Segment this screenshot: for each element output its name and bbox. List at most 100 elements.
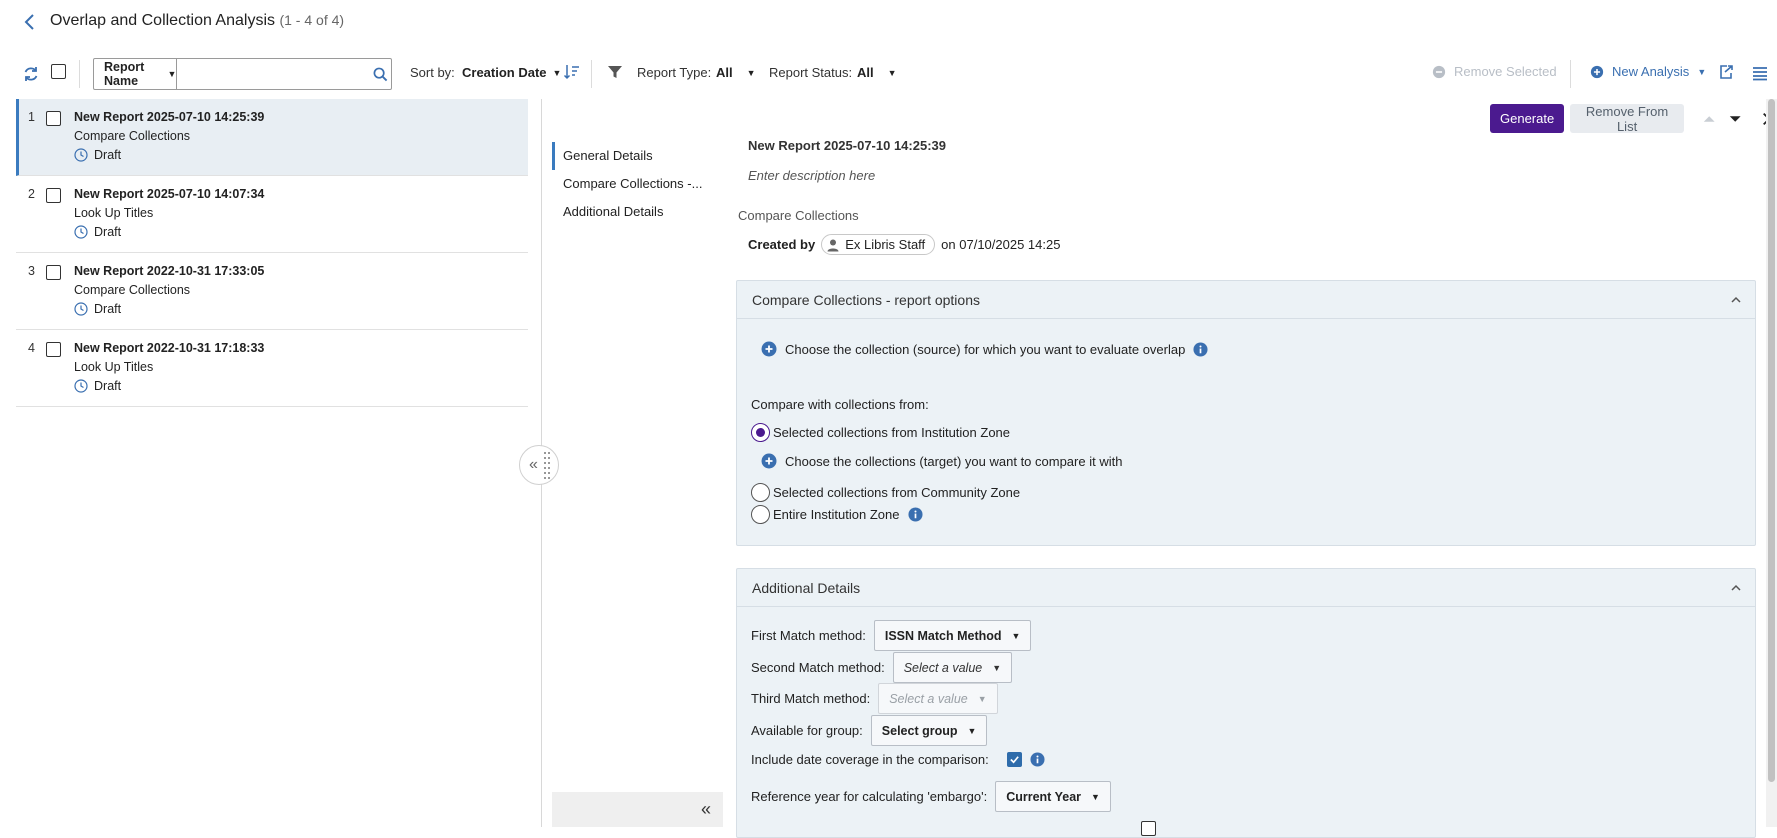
report-type: Look Up Titles xyxy=(74,206,154,220)
third-match-row: Third Match method: Select a value ▼ xyxy=(751,683,998,714)
row-checkbox[interactable] xyxy=(46,188,61,203)
scrollbar-thumb[interactable] xyxy=(1768,99,1775,782)
radio-institution-zone[interactable]: Selected collections from Institution Zo… xyxy=(751,423,1010,442)
report-type-label: Report Type: xyxy=(637,65,712,80)
caret-down-icon: ▼ xyxy=(967,725,977,736)
detail-section-nav: General Details Compare Collections -...… xyxy=(552,142,712,226)
embargo-select[interactable]: Current Year ▼ xyxy=(995,781,1111,812)
user-chip[interactable]: Ex Libris Staff xyxy=(821,234,936,255)
report-status-select[interactable]: All ▼ xyxy=(857,65,897,80)
remove-from-list-button[interactable]: Remove From List xyxy=(1570,104,1684,134)
select-all-checkbox[interactable] xyxy=(51,64,66,79)
panel-title: Additional Details xyxy=(752,580,861,596)
second-match-select[interactable]: Select a value ▼ xyxy=(892,652,1013,683)
third-match-value: Select a value xyxy=(889,691,968,706)
minus-circle-icon xyxy=(1432,65,1446,78)
double-chevron-left-icon: « xyxy=(700,799,711,819)
search-field-select[interactable]: Report Name ▼ xyxy=(94,59,178,89)
panel-title: Compare Collections - report options xyxy=(752,292,980,308)
collapse-nav-button[interactable]: « xyxy=(552,792,723,827)
sort-direction-icon[interactable] xyxy=(563,63,581,81)
created-by-row: Created by Ex Libris Staff on 07/10/2025… xyxy=(748,234,1060,255)
date-coverage-checkbox[interactable] xyxy=(1006,752,1022,767)
radio-button[interactable] xyxy=(751,423,770,442)
radio-entire-label: Entire Institution Zone xyxy=(773,507,900,522)
caret-down-icon: ▼ xyxy=(887,67,897,78)
caret-down-icon: ▼ xyxy=(992,662,1002,673)
compare-with-label: Compare with collections from: xyxy=(751,397,929,412)
collapse-list-button[interactable]: « xyxy=(519,445,559,485)
first-match-select[interactable]: ISSN Match Method ▼ xyxy=(873,620,1032,651)
chevron-up-icon[interactable] xyxy=(1729,581,1743,595)
report-options-panel: Compare Collections - report options Cho… xyxy=(736,280,1756,546)
refresh-icon[interactable] xyxy=(22,65,40,83)
nav-general-details[interactable]: General Details xyxy=(552,142,712,170)
panel-header[interactable]: Compare Collections - report options xyxy=(737,281,1755,319)
created-by-label: Created by xyxy=(748,237,816,252)
search-icon[interactable] xyxy=(369,59,391,89)
list-item[interactable]: 4 New Report 2022-10-31 17:18:33 Look Up… xyxy=(16,330,528,407)
radio-entire-institution-zone[interactable]: Entire Institution Zone xyxy=(751,505,923,524)
caret-down-icon: ▼ xyxy=(552,67,562,78)
info-icon[interactable] xyxy=(1193,341,1208,357)
report-title[interactable]: New Report 2025-07-10 14:25:39 xyxy=(74,110,264,124)
first-match-label: First Match method: xyxy=(751,628,866,643)
group-select[interactable]: Select group ▼ xyxy=(870,715,988,746)
choose-source-row[interactable]: Choose the collection (source) for which… xyxy=(761,341,1208,357)
info-icon[interactable] xyxy=(908,507,923,522)
list-view-icon[interactable] xyxy=(1752,65,1768,81)
list-item[interactable]: 2 New Report 2025-07-10 14:07:34 Look Up… xyxy=(16,176,528,253)
next-item-icon[interactable] xyxy=(1728,111,1742,127)
plus-circle-icon[interactable] xyxy=(761,341,777,357)
row-checkbox[interactable] xyxy=(46,265,61,280)
plus-circle-icon[interactable] xyxy=(761,453,777,469)
list-item[interactable]: 1 New Report 2025-07-10 14:25:39 Compare… xyxy=(16,99,528,176)
report-type-select[interactable]: All ▼ xyxy=(716,65,756,80)
previous-item-icon[interactable] xyxy=(1702,111,1716,127)
generate-button[interactable]: Generate xyxy=(1490,104,1565,133)
radio-button[interactable] xyxy=(751,505,770,524)
sort-select[interactable]: Creation Date ▼ xyxy=(462,65,561,80)
nav-additional-details[interactable]: Additional Details xyxy=(552,198,712,226)
embargo-label: Reference year for calculating 'embargo'… xyxy=(751,789,988,804)
third-match-label: Third Match method: xyxy=(751,691,871,706)
report-title[interactable]: New Report 2025-07-10 14:07:34 xyxy=(74,187,264,201)
option-checkbox[interactable] xyxy=(1141,821,1156,836)
nav-compare-collections[interactable]: Compare Collections -... xyxy=(552,170,712,198)
caret-down-icon: ▼ xyxy=(1697,66,1707,77)
report-title[interactable]: New Report 2022-10-31 17:33:05 xyxy=(74,264,264,278)
report-type: Compare Collections xyxy=(74,129,191,143)
back-arrow-icon[interactable] xyxy=(18,10,42,34)
row-checkbox[interactable] xyxy=(46,342,61,357)
partial-checkbox-row xyxy=(1141,821,1156,836)
filter-icon[interactable] xyxy=(607,64,623,80)
new-analysis-button[interactable]: New Analysis ▼ xyxy=(1590,64,1706,79)
chevron-up-icon[interactable] xyxy=(1729,293,1743,307)
first-match-row: First Match method: ISSN Match Method ▼ xyxy=(751,620,1032,651)
radio-community-zone[interactable]: Selected collections from Community Zone xyxy=(751,483,1020,502)
first-match-value: ISSN Match Method xyxy=(884,628,1002,643)
list-item[interactable]: 3 New Report 2022-10-31 17:33:05 Compare… xyxy=(16,253,528,330)
detail-actions: Generate Remove From List xyxy=(1490,104,1777,134)
info-icon[interactable] xyxy=(1030,752,1045,767)
report-type: Look Up Titles xyxy=(74,360,154,374)
report-name[interactable]: New Report 2025-07-10 14:25:39 xyxy=(748,138,946,153)
report-title[interactable]: New Report 2022-10-31 17:18:33 xyxy=(74,341,264,355)
description-field[interactable]: Enter description here xyxy=(748,168,875,183)
clock-icon xyxy=(74,148,88,162)
status-text: Draft xyxy=(94,148,122,162)
radio-button[interactable] xyxy=(751,483,770,502)
remove-selected-button[interactable]: Remove Selected xyxy=(1432,64,1557,79)
drag-handle-icon[interactable] xyxy=(543,450,551,480)
choose-target-row[interactable]: Choose the collections (target) you want… xyxy=(761,453,1122,469)
choose-target-label: Choose the collections (target) you want… xyxy=(785,453,1123,469)
report-status: Draft xyxy=(74,302,121,316)
panel-header[interactable]: Additional Details xyxy=(737,569,1755,607)
row-checkbox[interactable] xyxy=(46,111,61,126)
group-label: Available for group: xyxy=(751,723,863,738)
result-count: (1 - 4 of 4) xyxy=(279,12,345,28)
date-coverage-row: Include date coverage in the comparison: xyxy=(751,752,1045,767)
search-input[interactable] xyxy=(177,59,370,89)
export-icon[interactable] xyxy=(1718,64,1734,80)
report-type-value: All xyxy=(716,65,733,80)
